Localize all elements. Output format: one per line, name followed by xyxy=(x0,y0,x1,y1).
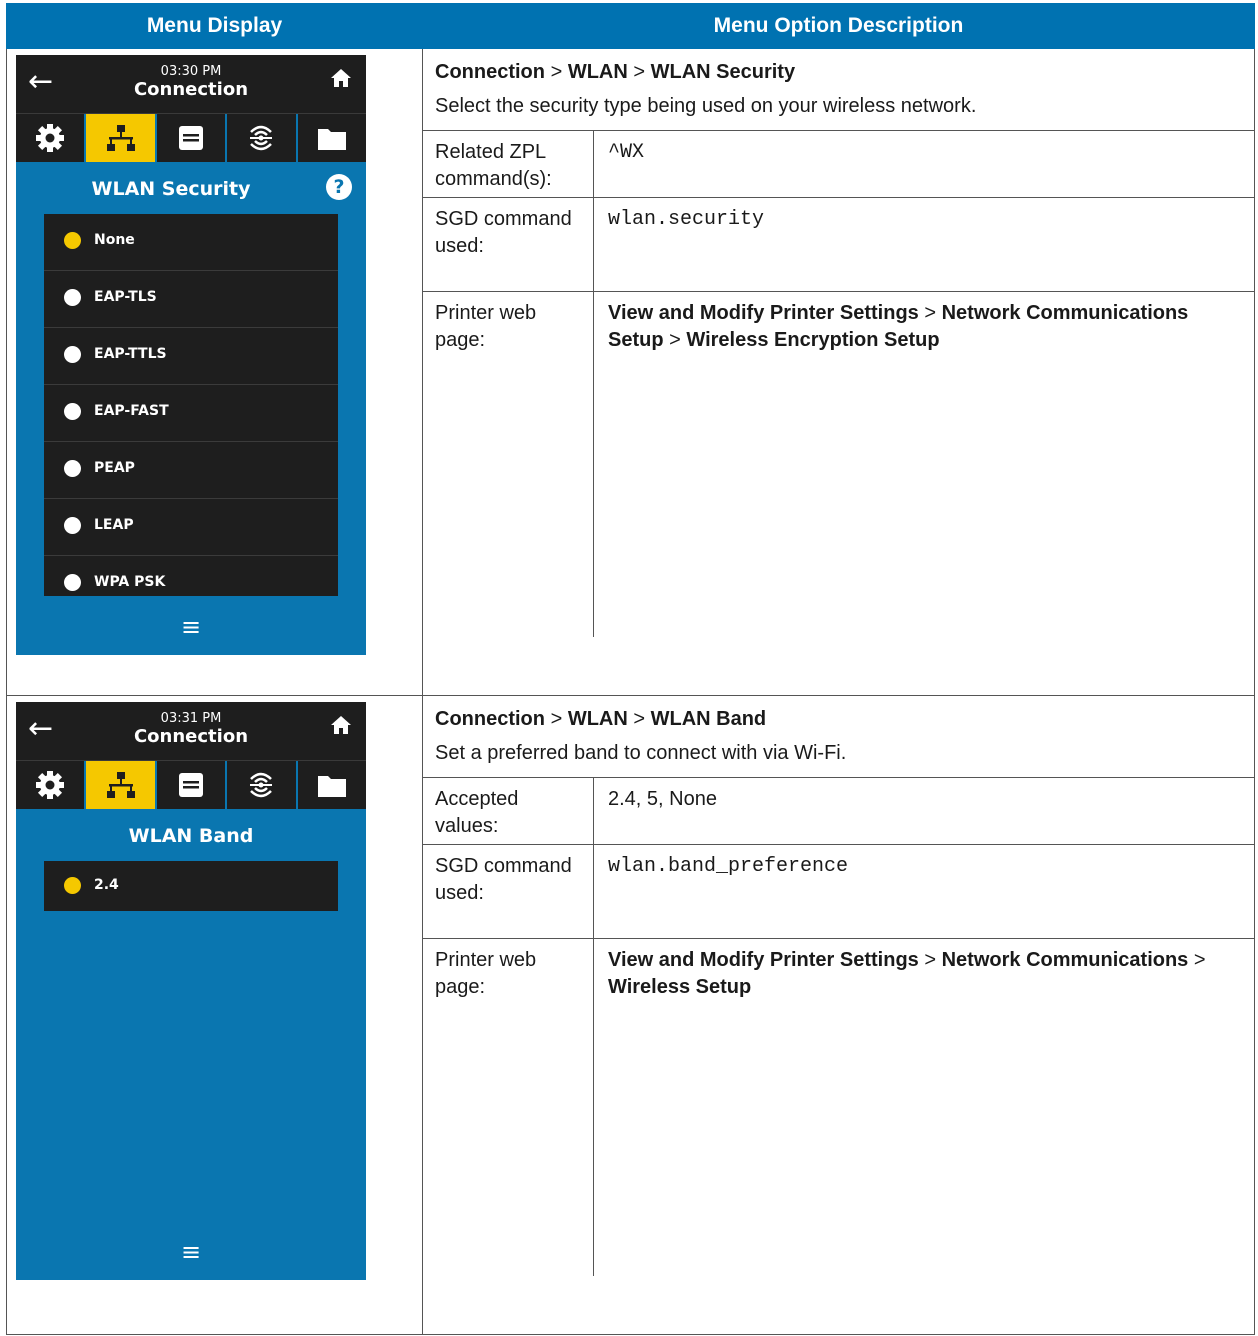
radio-unselected xyxy=(64,346,81,363)
printer-screen: ← 03:30 PM Connection WLAN Security ? No… xyxy=(16,55,366,655)
option-list: 2.4 xyxy=(44,861,338,911)
screen-section-title: WLAN Security xyxy=(91,178,251,200)
radio-unselected xyxy=(64,403,81,420)
radio-unselected xyxy=(64,289,81,306)
detail-value: View and Modify Printer Settings > Netwo… xyxy=(593,938,1254,1276)
gear-icon xyxy=(36,771,65,799)
detail-value: 2.4, 5, None xyxy=(593,777,1254,845)
detail-label: Printer web page: xyxy=(423,938,594,1276)
network-icon xyxy=(106,772,135,798)
menu-display-cell: ← 03:30 PM Connection WLAN Security ? No… xyxy=(6,48,423,696)
table-row-wlan-band: ← 03:31 PM Connection WLAN Band 2.4 ≡ Co… xyxy=(6,695,1255,1335)
menu-description-cell: Connection > WLAN > WLAN Security Select… xyxy=(422,48,1255,696)
screen-section-header: WLAN Security ? xyxy=(16,162,366,214)
detail-label: Related ZPL command(s): xyxy=(423,130,594,198)
table-row-wlan-security: ← 03:30 PM Connection WLAN Security ? No… xyxy=(6,48,1255,696)
tab-wireless[interactable] xyxy=(227,761,298,809)
menu-icon[interactable]: ≡ xyxy=(16,1240,366,1264)
list-item[interactable]: EAP-TLS xyxy=(44,271,338,328)
screen-section-header: WLAN Band xyxy=(16,809,366,861)
list-item[interactable]: WPA PSK xyxy=(44,556,338,596)
printer-icon xyxy=(179,126,204,150)
tab-connection[interactable] xyxy=(86,761,157,809)
menu-summary: Set a preferred band to connect with via… xyxy=(435,742,847,764)
detail-value: ^WX xyxy=(593,130,1254,198)
tab-settings[interactable] xyxy=(16,114,87,162)
list-item[interactable]: None xyxy=(44,214,338,271)
radio-selected xyxy=(64,877,81,894)
detail-label: Accepted values: xyxy=(423,777,594,845)
gear-icon xyxy=(36,124,65,152)
help-icon[interactable]: ? xyxy=(326,174,352,200)
home-icon[interactable] xyxy=(330,67,352,93)
radio-unselected xyxy=(64,517,81,534)
menu-path: Connection > WLAN > WLAN Security xyxy=(435,61,796,83)
screen-top-bar: ← 03:30 PM Connection xyxy=(16,55,366,113)
screen-title: Connection xyxy=(133,726,249,747)
menu-path: Connection > WLAN > WLAN Band xyxy=(435,708,767,730)
menu-summary: Select the security type being used on y… xyxy=(435,95,977,117)
list-item[interactable]: EAP-FAST xyxy=(44,385,338,442)
menu-icon[interactable]: ≡ xyxy=(16,615,366,639)
radio-unselected xyxy=(64,574,81,591)
tab-connection[interactable] xyxy=(86,114,157,162)
tab-wireless[interactable] xyxy=(227,114,298,162)
radio-unselected xyxy=(64,460,81,477)
list-item[interactable]: 2.4 xyxy=(44,861,338,911)
menu-display-cell: ← 03:31 PM Connection WLAN Band 2.4 ≡ xyxy=(6,695,423,1335)
screen-time: 03:30 PM xyxy=(160,64,222,79)
screen-tab-bar xyxy=(16,113,366,162)
header-menu-display: Menu Display xyxy=(6,3,423,49)
screen-section-title: WLAN Band xyxy=(128,825,254,847)
detail-table: Accepted values: 2.4, 5, None SGD command… xyxy=(423,777,1254,1276)
home-icon[interactable] xyxy=(330,714,352,740)
tab-print[interactable] xyxy=(157,114,228,162)
tab-storage[interactable] xyxy=(298,761,366,809)
folder-icon xyxy=(317,776,346,797)
wireless-icon xyxy=(250,772,273,798)
menu-description-cell: Connection > WLAN > WLAN Band Set a pref… xyxy=(422,695,1255,1335)
detail-label: Printer web page: xyxy=(423,291,594,637)
detail-label: SGD command used: xyxy=(423,844,594,939)
detail-value: wlan.band_preference xyxy=(593,844,1254,939)
tab-settings[interactable] xyxy=(16,761,87,809)
folder-icon xyxy=(317,129,346,150)
list-item[interactable]: PEAP xyxy=(44,442,338,499)
tab-storage[interactable] xyxy=(298,114,366,162)
printer-screen: ← 03:31 PM Connection WLAN Band 2.4 ≡ xyxy=(16,702,366,1280)
option-list: None EAP-TLS EAP-TTLS EAP-FAST PEAP LEAP… xyxy=(44,214,338,596)
radio-selected xyxy=(64,232,81,249)
tab-print[interactable] xyxy=(157,761,228,809)
list-item[interactable]: LEAP xyxy=(44,499,338,556)
table-header-row: Menu Display Menu Option Description xyxy=(6,3,1255,49)
list-item[interactable]: EAP-TTLS xyxy=(44,328,338,385)
header-menu-option-description: Menu Option Description xyxy=(422,3,1255,49)
detail-label: SGD command used: xyxy=(423,197,594,292)
menu-table: Menu Display Menu Option Description ← 0… xyxy=(6,3,1255,1335)
printer-icon xyxy=(179,773,204,797)
screen-title: Connection xyxy=(133,79,249,100)
network-icon xyxy=(106,125,135,151)
detail-value: View and Modify Printer Settings > Netwo… xyxy=(593,291,1254,637)
screen-top-bar: ← 03:31 PM Connection xyxy=(16,702,366,760)
detail-table: Related ZPL command(s): ^WX SGD command u… xyxy=(423,130,1254,637)
wireless-icon xyxy=(250,125,273,151)
detail-value: wlan.security xyxy=(593,197,1254,292)
screen-tab-bar xyxy=(16,760,366,809)
screen-time: 03:31 PM xyxy=(160,711,222,726)
